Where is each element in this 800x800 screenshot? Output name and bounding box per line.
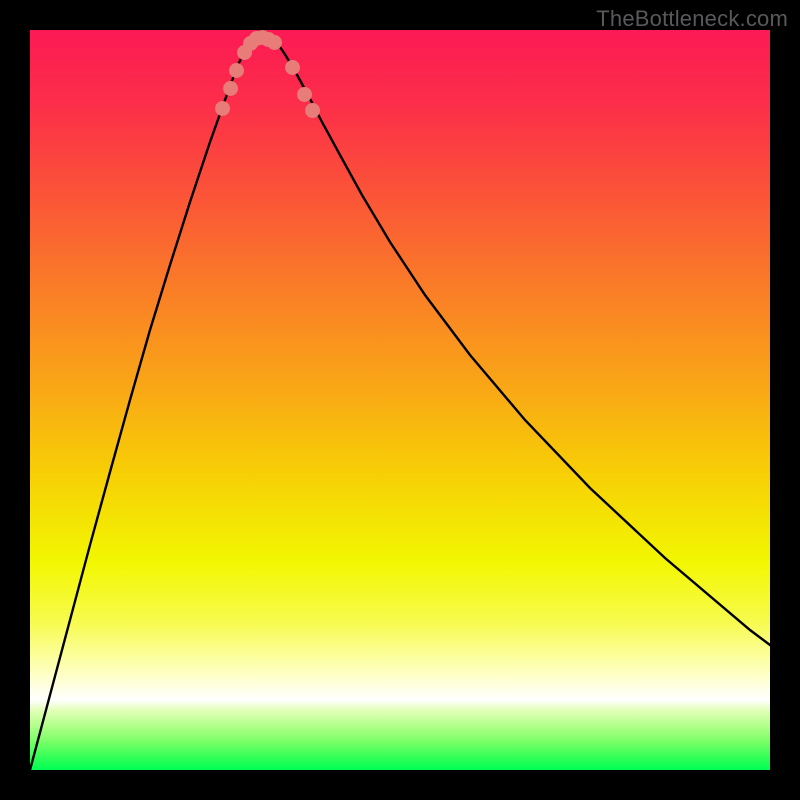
data-point [305, 103, 320, 118]
data-point [297, 87, 312, 102]
data-point [215, 101, 230, 116]
data-point [267, 35, 282, 50]
data-point [285, 60, 300, 75]
data-point [223, 81, 238, 96]
data-point-layer [30, 30, 770, 770]
chart-area [30, 30, 770, 770]
data-point [229, 63, 244, 78]
watermark-text: TheBottleneck.com [596, 6, 788, 32]
